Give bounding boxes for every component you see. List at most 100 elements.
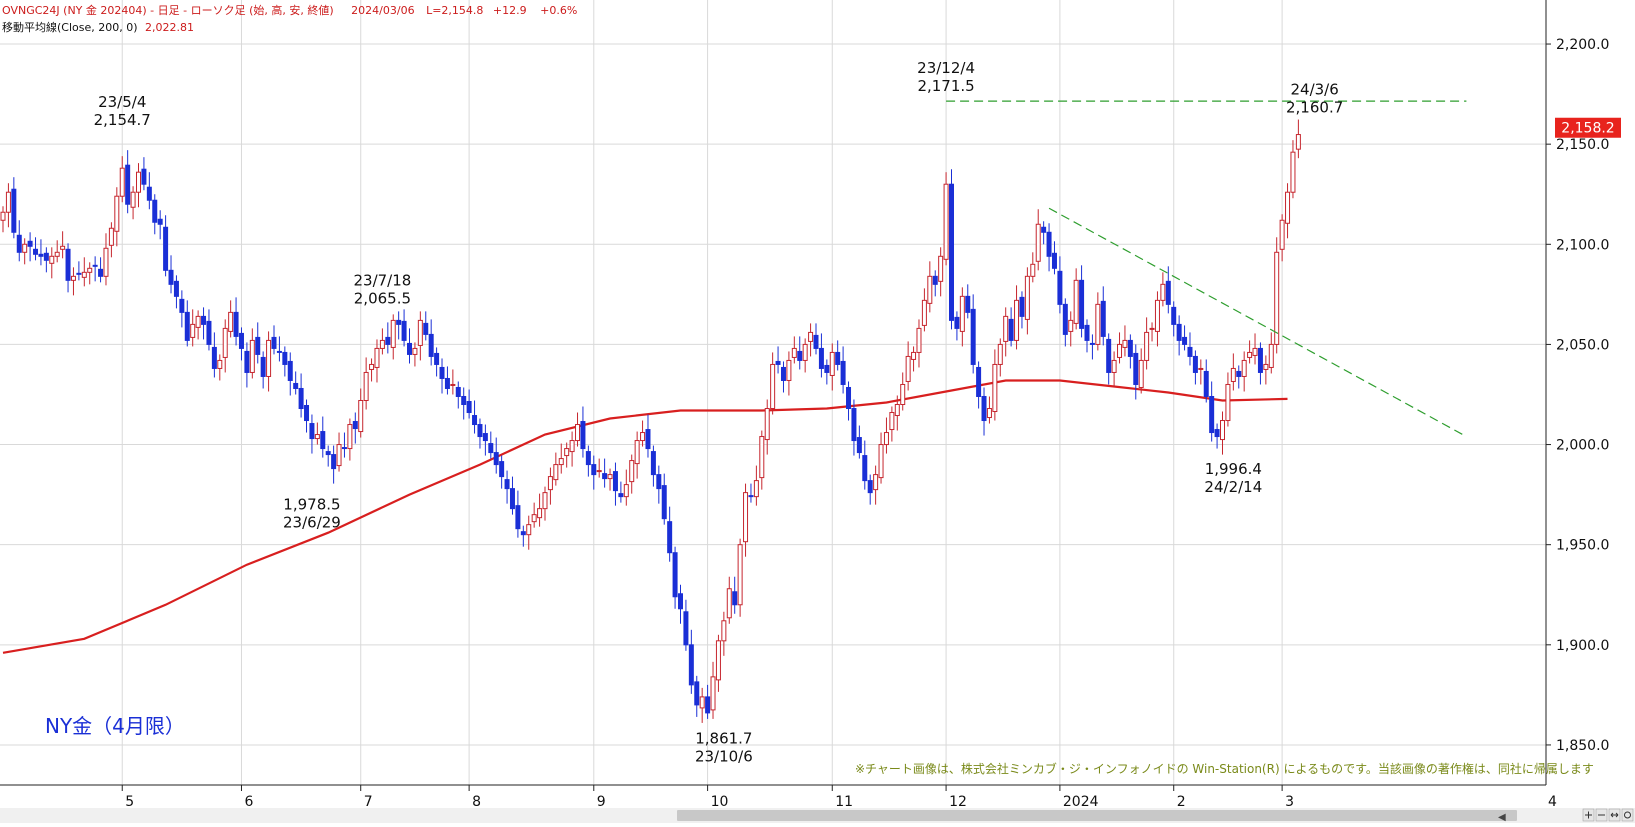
candle-body-up — [1138, 359, 1144, 388]
candle-body-up — [1274, 251, 1280, 345]
candle-body-up — [1295, 134, 1301, 150]
candle — [938, 247, 944, 297]
candle-body-up — [49, 255, 55, 264]
candle — [98, 257, 104, 283]
candle — [81, 257, 87, 287]
candle-body-down — [504, 479, 510, 490]
candle-body-up — [1230, 367, 1236, 382]
candle — [824, 359, 830, 385]
candle — [889, 406, 895, 442]
copyright-notice: ※チャート画像は、株式会社ミンカブ・ジ・インフォノイドの Win-Station… — [855, 761, 1594, 776]
candle — [76, 261, 82, 281]
candle — [846, 381, 852, 421]
candle-body-up — [1279, 219, 1285, 250]
candle — [54, 240, 60, 263]
candle-body-up — [547, 476, 553, 491]
candle — [396, 311, 402, 340]
scrollbar-thumb[interactable] — [677, 810, 1517, 821]
candle-body-down — [304, 405, 310, 422]
candle — [732, 576, 738, 614]
candle-body-down — [954, 316, 960, 329]
candle-body-down — [238, 332, 244, 349]
candle — [352, 412, 358, 444]
candle — [710, 661, 716, 719]
candle — [70, 267, 76, 296]
candle-body-up — [764, 408, 770, 441]
candlestick-chart: 23/5/42,154.7 1,978.523/6/29 23/7/182,065.… — [0, 0, 1635, 823]
candle-body-up — [70, 275, 76, 281]
candle — [726, 576, 732, 624]
candle — [358, 388, 364, 438]
candle — [1073, 268, 1079, 330]
candle — [22, 238, 28, 265]
candle-body-up — [1111, 359, 1117, 373]
annotation-line-1: 23/12/4 — [917, 59, 975, 77]
candle — [298, 373, 304, 418]
candle — [981, 387, 987, 436]
candle — [818, 333, 824, 378]
candle-body-down — [1192, 355, 1198, 373]
candle-body-down — [16, 234, 22, 253]
candle-body-down — [678, 593, 683, 610]
candle — [320, 416, 326, 458]
candle-body-down — [748, 495, 754, 498]
zoom-out-icon[interactable] — [1595, 808, 1608, 822]
candle — [293, 371, 299, 395]
candle — [222, 319, 228, 373]
candle-body-down — [1127, 339, 1133, 357]
candle-body-down — [835, 351, 841, 365]
candle — [997, 338, 1003, 377]
candle-body-down — [580, 421, 586, 450]
annotation-line-2: 24/2/14 — [1204, 478, 1262, 496]
candle-body-down — [271, 336, 277, 349]
descending-trendline — [1048, 207, 1467, 438]
candle — [1290, 140, 1296, 199]
candle-body-down — [1019, 296, 1025, 317]
candle-body-up — [531, 514, 537, 523]
candle — [423, 311, 429, 341]
candle — [11, 177, 17, 239]
fit-icon[interactable] — [1608, 808, 1621, 822]
candle — [813, 323, 819, 355]
candle — [244, 342, 250, 388]
candle — [325, 445, 331, 467]
candle — [520, 525, 526, 547]
candle-body-up — [526, 524, 532, 536]
candle — [1241, 351, 1247, 392]
candle-body-down — [179, 298, 185, 313]
settings-icon[interactable] — [1621, 808, 1634, 822]
zoom-in-icon[interactable] — [1582, 808, 1595, 822]
candle-body-up — [607, 474, 613, 480]
candle — [374, 339, 380, 383]
candle-body-up — [623, 484, 629, 498]
candle — [1106, 333, 1112, 385]
moving-average-line — [2, 379, 1288, 654]
candle — [775, 346, 781, 374]
candle-body-down — [688, 644, 694, 686]
candle-body-down — [260, 356, 266, 377]
candle-body-down — [444, 377, 450, 389]
candle-body-up — [1095, 303, 1101, 345]
candle-body-up — [959, 295, 965, 332]
candle — [650, 445, 656, 487]
candle-body-up — [130, 191, 136, 208]
candle — [304, 399, 310, 433]
candle — [992, 349, 998, 421]
candle — [531, 502, 537, 528]
candle — [612, 462, 618, 506]
chart-title: NY金（4月限） — [45, 714, 185, 738]
candle-body-down — [515, 505, 521, 530]
candle — [369, 358, 375, 382]
candle — [412, 342, 418, 367]
candle-body-up — [938, 255, 944, 282]
x-tick-label: 2 — [1177, 794, 1186, 810]
scroll-left-arrow[interactable]: ◀ — [1498, 812, 1506, 823]
x-tick-label: 5 — [125, 794, 134, 810]
y-tick-label: 2,150.0 — [1556, 137, 1609, 153]
candle — [38, 239, 44, 266]
candle — [661, 473, 667, 525]
candle — [434, 347, 440, 377]
y-tick-label: 2,050.0 — [1556, 337, 1609, 353]
candle — [1079, 265, 1085, 338]
annotation-line-1: 1,861.7 — [695, 730, 752, 748]
